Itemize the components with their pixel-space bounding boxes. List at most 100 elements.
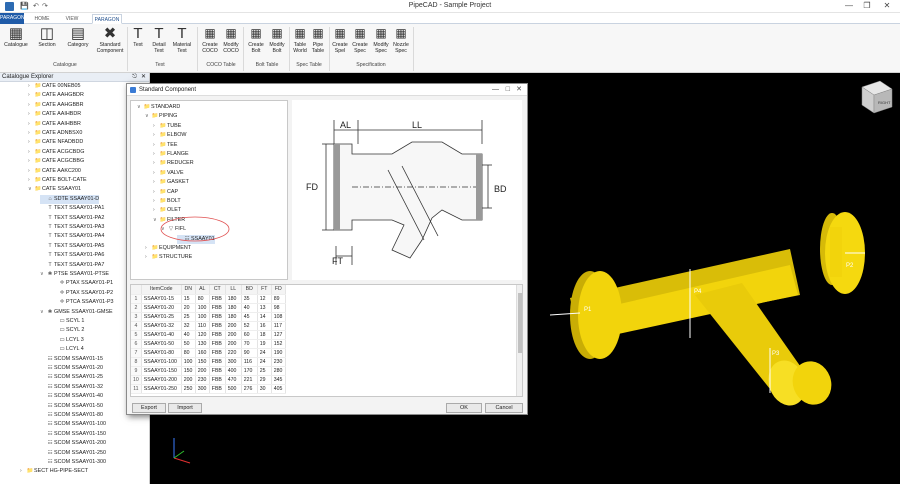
table-cell[interactable]: 500: [225, 384, 242, 394]
tab-view[interactable]: VIEW: [60, 14, 84, 24]
explorer-item[interactable]: T TEXT SSAAY01-PA3: [40, 223, 104, 232]
table-cell[interactable]: 180: [225, 294, 242, 304]
table-cell[interactable]: 24: [257, 348, 272, 358]
table-cell[interactable]: 19: [257, 339, 272, 349]
close-panel-icon[interactable]: ✕: [141, 73, 146, 82]
explorer-item[interactable]: T TEXT SSAAY01-PA2: [40, 214, 104, 223]
component-tree-item[interactable]: ∨ 📁STANDARD: [137, 103, 180, 112]
table-cell[interactable]: SSAAY01-80: [141, 348, 182, 358]
table-cell[interactable]: 117: [271, 321, 286, 331]
table-cell[interactable]: 25: [181, 312, 196, 322]
explorer-item[interactable]: ☷ SCOM SSAAY01-200: [40, 439, 106, 448]
table-cell[interactable]: 100: [181, 357, 196, 367]
table-cell[interactable]: 13: [257, 303, 272, 313]
table-cell[interactable]: FBB: [209, 330, 226, 340]
component-tree-item[interactable]: › 📁REDUCER: [153, 159, 194, 168]
table-cell[interactable]: 200: [181, 375, 196, 385]
explorer-item[interactable]: ☷ SCOM SSAAY01-50: [40, 402, 103, 411]
table-cell[interactable]: 170: [241, 366, 258, 376]
component-tree-item[interactable]: › 📁EQUIPMENT: [145, 244, 191, 253]
table-cell[interactable]: 18: [257, 330, 272, 340]
table-cell[interactable]: SSAAY01-40: [141, 330, 182, 340]
explorer-item[interactable]: ☷ SCOM SSAAY01-80: [40, 411, 103, 420]
table-cell[interactable]: 190: [271, 348, 286, 358]
table-cell[interactable]: 12: [257, 294, 272, 304]
catalogue-button[interactable]: ▦ Catalogue: [3, 26, 29, 48]
table-cell[interactable]: 200: [225, 339, 242, 349]
component-tree-item[interactable]: › 📁GASKET: [153, 178, 189, 187]
table-cell[interactable]: SSAAY01-20: [141, 303, 182, 313]
ok-button[interactable]: OK: [446, 403, 482, 413]
modify-bolt-button[interactable]: ▦ Modify Bolt: [267, 26, 287, 54]
tab-paragon[interactable]: PARAGON: [92, 14, 122, 24]
table-cell[interactable]: 250: [181, 384, 196, 394]
table-cell[interactable]: FBB: [209, 384, 226, 394]
cancel-button[interactable]: Cancel: [485, 403, 523, 413]
maximize-icon[interactable]: ❐: [860, 1, 874, 12]
table-row[interactable]: 6 SSAAY01-50 50 130 FBB 200 70 19 152: [131, 339, 286, 349]
table-cell[interactable]: FBB: [209, 339, 226, 349]
table-cell[interactable]: 300: [225, 357, 242, 367]
table-cell[interactable]: SSAAY01-15: [141, 294, 182, 304]
table-cell[interactable]: 108: [271, 312, 286, 322]
nozzle-spec-button[interactable]: ▦ Nozzle Spec: [391, 26, 411, 54]
table-cell[interactable]: 405: [271, 384, 286, 394]
export-button[interactable]: Export: [132, 403, 166, 413]
table-cell[interactable]: 400: [225, 366, 242, 376]
table-cell[interactable]: 345: [271, 375, 286, 385]
table-world-button[interactable]: ▦ Table World: [291, 26, 309, 54]
table-row[interactable]: 8 SSAAY01-100 100 150 FBB 300 116 24 230: [131, 357, 286, 367]
explorer-item[interactable]: › 📁SECT HG-PIPE-SECT: [20, 467, 88, 476]
explorer-item[interactable]: ∨ 📁CATE SSAAY01: [28, 185, 81, 194]
component-tree-item[interactable]: › 📁VALVE: [153, 169, 184, 178]
text-button[interactable]: T Text: [130, 26, 146, 48]
table-cell[interactable]: 180: [225, 312, 242, 322]
explorer-item[interactable]: ☷ SCOM SSAAY01-20: [40, 364, 103, 373]
tab-home[interactable]: HOME: [30, 14, 54, 24]
table-cell[interactable]: FBB: [209, 375, 226, 385]
table-row[interactable]: 3 SSAAY01-25 25 100 FBB 180 45 14 108: [131, 312, 286, 322]
scrollbar-thumb[interactable]: [518, 293, 522, 353]
table-cell[interactable]: SSAAY01-25: [141, 312, 182, 322]
table-cell[interactable]: SSAAY01-50: [141, 339, 182, 349]
explorer-item[interactable]: ☷ SCOM SSAAY01-250: [40, 449, 106, 458]
table-cell[interactable]: 180: [225, 303, 242, 313]
table-cell[interactable]: 100: [195, 303, 210, 313]
table-cell[interactable]: 40: [181, 330, 196, 340]
column-header[interactable]: ItemCode: [141, 285, 182, 295]
component-tree-item[interactable]: ∨ 📁PIPING: [145, 112, 177, 121]
dialog-close-icon[interactable]: ✕: [516, 84, 522, 96]
create-spel-button[interactable]: ▦ Create Spel: [331, 26, 349, 54]
minimize-icon[interactable]: —: [842, 1, 856, 12]
explorer-item[interactable]: › 📁CATE NFADBDD: [28, 138, 83, 147]
table-cell[interactable]: FBB: [209, 312, 226, 322]
table-cell[interactable]: 35: [241, 294, 258, 304]
table-cell[interactable]: FBB: [209, 348, 226, 358]
component-tree-item[interactable]: › 📁ELBOW: [153, 131, 186, 140]
modify-spec-button[interactable]: ▦ Modify Spec: [371, 26, 391, 54]
explorer-item[interactable]: › 📁CATE AAHGBBR: [28, 101, 84, 110]
table-cell[interactable]: 98: [271, 303, 286, 313]
component-tree-item[interactable]: › 📁BOLT: [153, 197, 181, 206]
table-row[interactable]: 11 SSAAY01-250 250 300 FBB 500 276 30 405: [131, 384, 286, 394]
table-cell[interactable]: 80: [181, 348, 196, 358]
table-cell[interactable]: 24: [257, 357, 272, 367]
explorer-item[interactable]: › 📁CATE AAIHBBR: [28, 120, 81, 129]
explorer-item[interactable]: ∨ ❀ GMSE SSAAY01-GMSE: [40, 308, 113, 317]
close-icon[interactable]: ✕: [880, 1, 894, 12]
explorer-item[interactable]: › 📁CATE ACGCBDG: [28, 148, 84, 157]
table-cell[interactable]: 152: [271, 339, 286, 349]
table-cell[interactable]: FBB: [209, 366, 226, 376]
dialog-minimize-icon[interactable]: —: [492, 84, 499, 96]
component-tree-item[interactable]: ∨ ▽ FIFL: [161, 225, 186, 234]
table-cell[interactable]: 230: [271, 357, 286, 367]
table-cell[interactable]: SSAAY01-150: [141, 366, 182, 376]
table-cell[interactable]: SSAAY01-200: [141, 375, 182, 385]
table-cell[interactable]: 220: [225, 348, 242, 358]
table-scrollbar[interactable]: [516, 285, 522, 396]
table-cell[interactable]: SSAAY01-250: [141, 384, 182, 394]
explorer-item[interactable]: › 📁CATE ACGCBBG: [28, 157, 84, 166]
table-cell[interactable]: 29: [257, 375, 272, 385]
explorer-item[interactable]: › 📁CATE AAHGBDR: [28, 91, 84, 100]
table-cell[interactable]: 200: [195, 366, 210, 376]
